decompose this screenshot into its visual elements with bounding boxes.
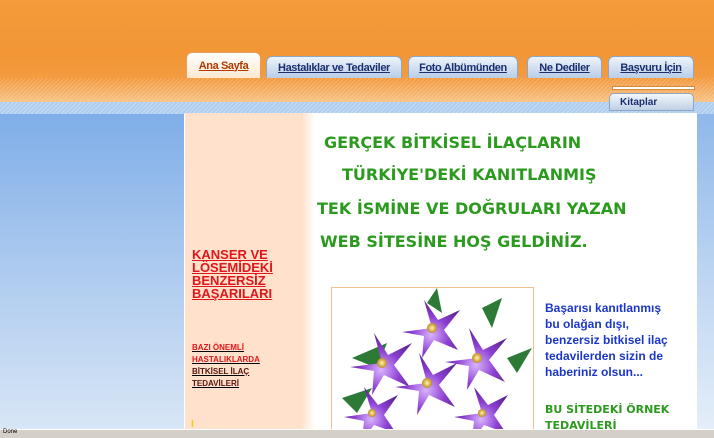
intro-line-3: benzersiz bitkisel ilaç bbox=[545, 333, 668, 347]
column-divider bbox=[301, 113, 315, 431]
tab-ne-dediler[interactable]: Ne Dediler bbox=[527, 56, 602, 78]
welcome-line-4: WEB SİTESİNE HOŞ GELDİNİZ. bbox=[320, 232, 588, 251]
tab-basvuru-icin[interactable]: Başvuru İçin bbox=[608, 56, 694, 78]
intro-text: Başarısı kanıtlanmış bu olağan dışı, ben… bbox=[545, 300, 695, 380]
tab-foto-albumunden[interactable]: Foto Albümünden bbox=[408, 56, 518, 78]
cancer-success-link[interactable]: KANSER VE LÖSEMİDEKİ BENZERSİZ BAŞARILAR… bbox=[192, 248, 292, 300]
right-background bbox=[697, 114, 714, 430]
cancer-link-line-4: BAŞARILARI bbox=[192, 286, 273, 301]
purple-flowers-image bbox=[331, 287, 534, 433]
welcome-line-2: TÜRKİYE'DEKİ KANITLANMIŞ bbox=[342, 165, 597, 184]
herbal-link-line-1: BAZI ÖNEMLİ bbox=[192, 343, 244, 352]
intro-line-5: haberiniz olsun... bbox=[545, 365, 644, 379]
subtab-kitaplar[interactable]: Kitaplar bbox=[609, 93, 694, 111]
submenu-bar bbox=[612, 86, 695, 90]
welcome-line-1: GERÇEK BİTKİSEL İLAÇLARIN bbox=[324, 133, 582, 152]
status-text: Done bbox=[3, 429, 18, 435]
site-header bbox=[0, 0, 714, 102]
herbal-treatments-link[interactable]: BAZI ÖNEMLİ HASTALIKLARDA BİTKİSEL İLAÇ … bbox=[192, 342, 292, 390]
herbal-link-line-4: TEDAVİLERİ bbox=[192, 379, 239, 388]
welcome-line-3: TEK İSMİNE VE DOĞRULARI YAZAN bbox=[317, 199, 627, 218]
herbal-link-line-2: HASTALIKLARDA bbox=[192, 355, 260, 364]
left-background bbox=[0, 114, 184, 430]
intro-line-2: bu olağan dışı, bbox=[545, 317, 630, 331]
tab-hastaliklar-ve-tedaviler[interactable]: Hastalıklar ve Tedaviler bbox=[266, 56, 402, 78]
examples-line-1: BU SİTEDEKİ ÖRNEK bbox=[545, 403, 670, 416]
intro-line-1: Başarısı kanıtlanmış bbox=[545, 301, 662, 315]
tab-ana-sayfa[interactable]: Ana Sayfa bbox=[186, 52, 261, 78]
header-stripe bbox=[0, 78, 714, 102]
herbal-link-line-3: BİTKİSEL İLAÇ bbox=[192, 367, 250, 376]
flowers-illustration bbox=[342, 288, 532, 432]
intro-line-4: tedavilerden sizin de bbox=[545, 349, 664, 363]
